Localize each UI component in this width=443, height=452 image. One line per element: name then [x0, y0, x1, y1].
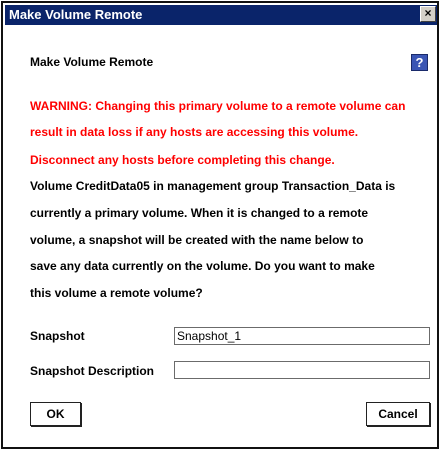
info-line-3: volume, a snapshot will be created with …	[30, 233, 364, 247]
cancel-button[interactable]: Cancel	[366, 402, 430, 426]
title-bar[interactable]: Make Volume Remote ×	[5, 5, 437, 25]
info-line-5: this volume a remote volume?	[30, 286, 203, 300]
warning-line-2: result in data loss if any hosts are acc…	[30, 125, 359, 139]
warning-line-3: Disconnect any hosts before completing t…	[30, 153, 335, 167]
snapshot-label: Snapshot	[30, 329, 85, 343]
snapshot-name-field[interactable]: Snapshot_1	[174, 327, 430, 345]
info-line-4: save any data currently on the volume. D…	[30, 259, 375, 273]
warning-line-1: WARNING: Changing this primary volume to…	[30, 99, 406, 113]
ok-button[interactable]: OK	[30, 402, 81, 426]
help-icon[interactable]: ?	[411, 54, 428, 71]
info-line-1: Volume CreditData05 in management group …	[30, 179, 396, 193]
snapshot-description-field[interactable]	[174, 361, 430, 379]
window-title: Make Volume Remote	[9, 7, 143, 22]
snapshot-description-label: Snapshot Description	[30, 364, 155, 378]
dialog-heading: Make Volume Remote	[30, 55, 154, 69]
info-line-2: currently a primary volume. When it is c…	[30, 206, 369, 220]
close-icon[interactable]: ×	[420, 6, 436, 22]
